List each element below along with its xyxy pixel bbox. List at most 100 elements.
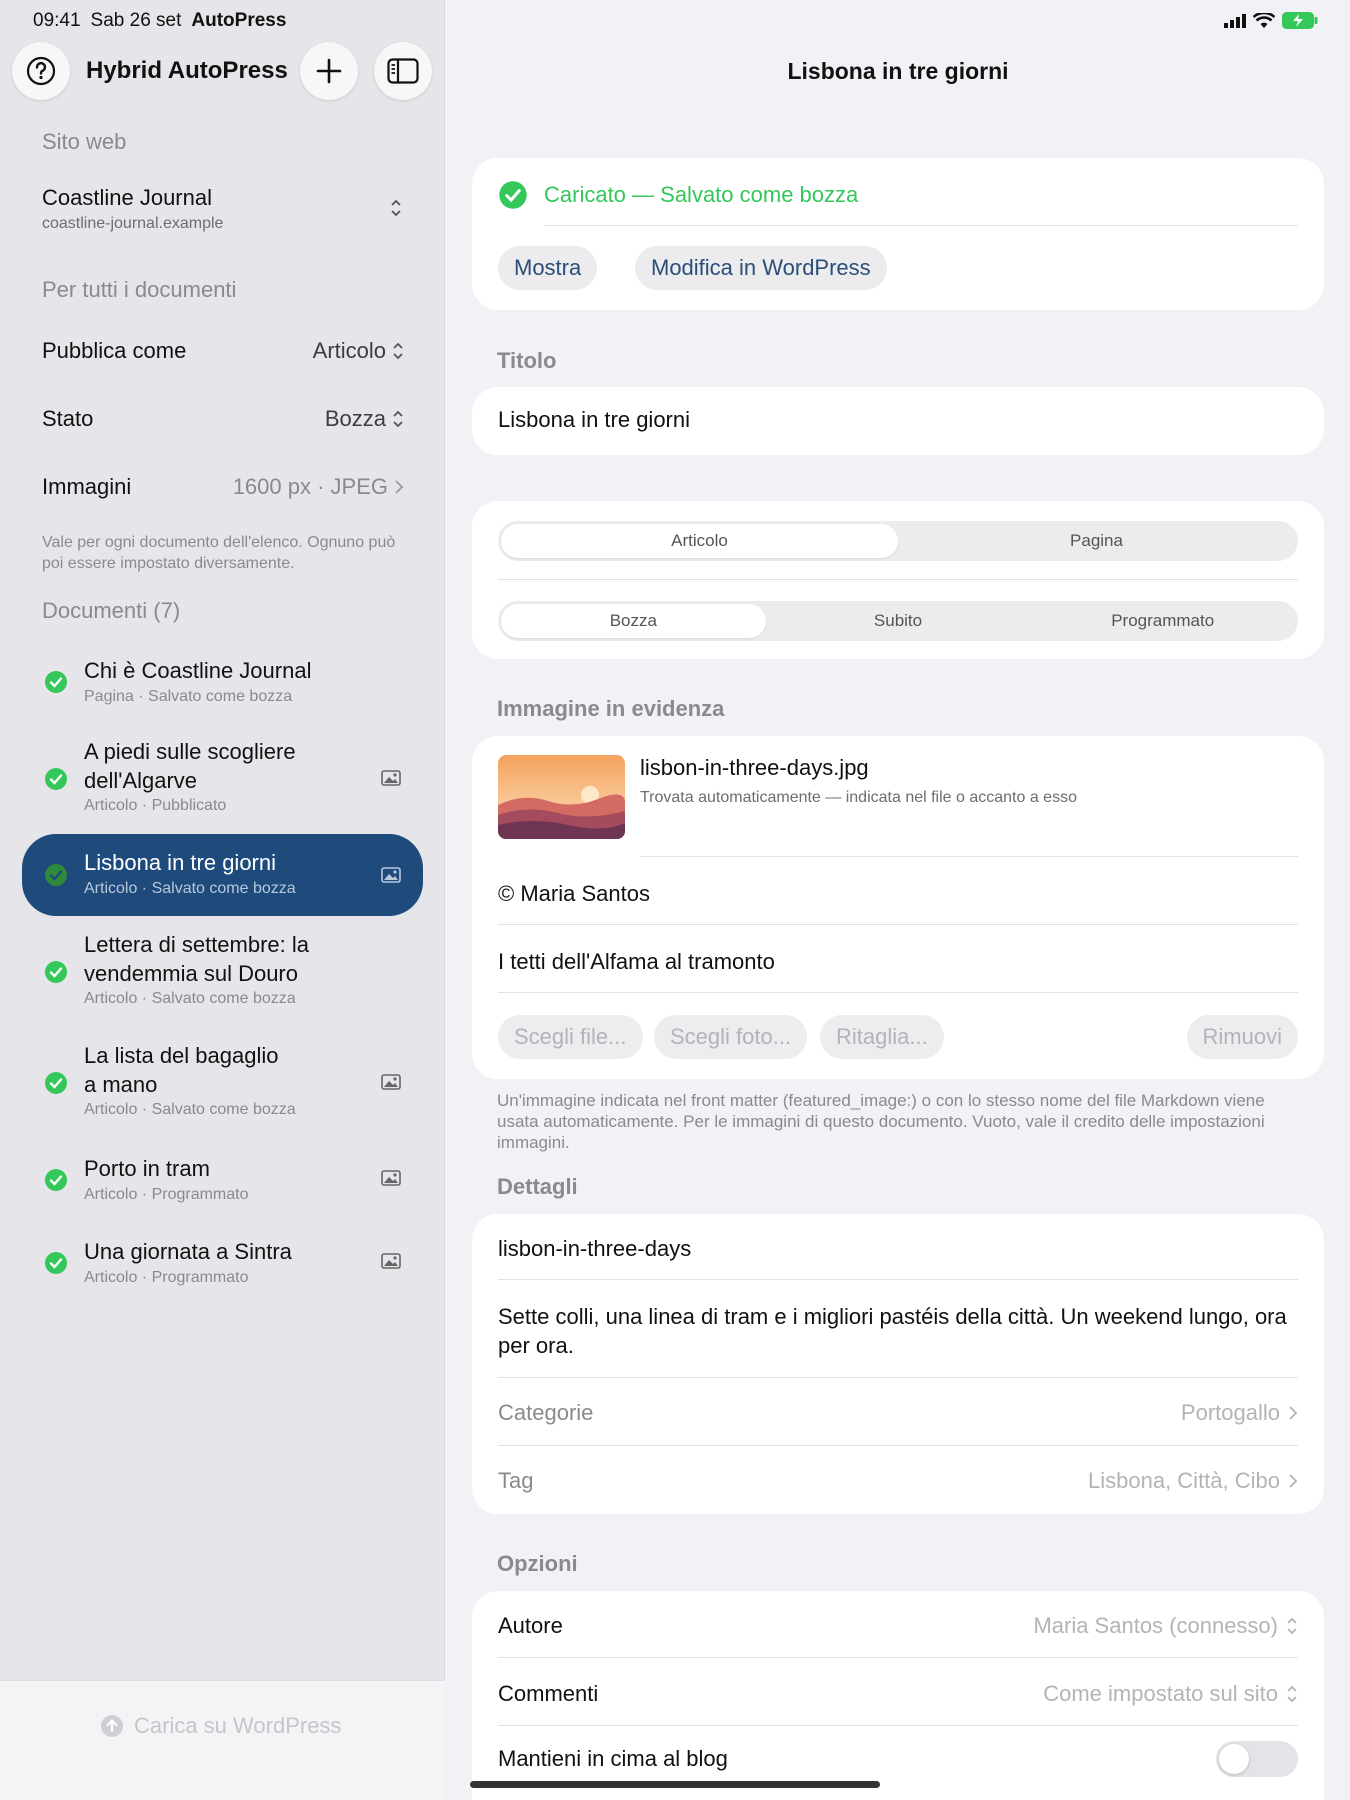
segment-draft[interactable]: Bozza <box>501 604 766 638</box>
document-item[interactable]: Chi è Coastline Journal Pagina · Salvato… <box>22 650 423 720</box>
divider <box>640 856 1298 857</box>
checkmark-circle-icon <box>45 768 67 790</box>
checkmark-circle-icon <box>45 1072 67 1094</box>
publish-as-row[interactable]: Pubblica come Articolo <box>42 338 404 364</box>
sidebar-icon <box>387 58 419 84</box>
upload-arrow-icon <box>101 1715 123 1737</box>
categories-label: Categorie <box>498 1400 594 1425</box>
sticky-row: Mantieni in cima al blog <box>498 1741 1298 1777</box>
document-item[interactable]: Lettera di settembre: la vendemmia sul D… <box>22 926 423 1016</box>
type-segmented-control[interactable]: Articolo Pagina <box>498 521 1298 561</box>
choose-photo-button[interactable]: Scegli foto... <box>654 1015 808 1059</box>
home-indicator <box>470 1781 880 1788</box>
segment-scheduled[interactable]: Programmato <box>1030 604 1295 638</box>
chevron-updown-icon <box>393 342 403 360</box>
document-subtitle: Articolo · Pubblicato <box>84 797 227 814</box>
clock: 09:41 <box>33 10 81 31</box>
author-row[interactable]: Autore Maria Santos (connesso) <box>498 1613 1298 1639</box>
featured-file-name: lisbon-in-three-days.jpg <box>640 755 869 780</box>
chevron-updown-icon <box>1287 1617 1297 1635</box>
checkmark-circle-icon <box>45 864 67 886</box>
divider <box>498 1725 1298 1726</box>
divider <box>498 924 1298 925</box>
crop-button[interactable]: Ritaglia... <box>820 1015 944 1059</box>
images-label: Immagini <box>42 474 132 499</box>
upload-to-wordpress-button[interactable]: Carica su WordPress <box>100 1713 341 1739</box>
all-docs-section-label: Per tutti i documenti <box>42 277 237 302</box>
featured-file-desc: Trovata automaticamente — indicata nel f… <box>640 789 1077 806</box>
state-row[interactable]: Stato Bozza <box>42 406 404 432</box>
document-subtitle: Articolo · Salvato come bozza <box>84 990 296 1007</box>
document-title: Lisbona in tre giorni <box>84 850 277 875</box>
slug-field[interactable]: lisbon-in-three-days <box>498 1236 691 1262</box>
site-name: Coastline Journal <box>42 185 212 210</box>
site-url: coastline-journal.example <box>42 215 224 232</box>
upload-status-text: Caricato — Salvato come bozza <box>544 182 859 207</box>
cellular-icon <box>1224 13 1246 28</box>
chevron-right-icon <box>395 480 404 494</box>
document-subtitle: Articolo · Programmato <box>84 1269 249 1286</box>
caption-field[interactable]: I tetti dell'Alfama al tramonto <box>498 949 775 975</box>
chevron-updown-icon <box>1287 1685 1297 1703</box>
document-item[interactable]: Porto in tram Articolo · Programmato <box>22 1148 423 1218</box>
categories-value: Portogallo <box>1180 1400 1280 1425</box>
sticky-label: Mantieni in cima al blog <box>498 1746 728 1771</box>
tags-label: Tag <box>498 1468 534 1493</box>
help-button[interactable] <box>12 42 70 100</box>
publish-as-label: Pubblica come <box>42 338 187 363</box>
credit-field[interactable]: © Maria Santos <box>498 881 650 907</box>
app-title: Hybrid AutoPress <box>86 57 288 84</box>
excerpt-field[interactable]: Sette colli, una linea di tram e i migli… <box>498 1302 1298 1360</box>
document-title: La lista del bagaglio a mano <box>84 1043 279 1097</box>
photo-icon <box>381 1074 401 1090</box>
sidebar: Hybrid AutoPress Sito web Coastline Jour… <box>0 0 445 1800</box>
sidebar-header: Hybrid AutoPress <box>12 42 432 102</box>
comments-row[interactable]: Commenti Come impostato sul sito <box>498 1681 1298 1707</box>
featured-image-note: Un'immagine indicata nel front matter (f… <box>497 1091 1265 1152</box>
document-item[interactable]: La lista del bagaglio a mano Articolo · … <box>22 1037 423 1127</box>
chevron-right-icon <box>1289 1474 1298 1488</box>
choose-file-button[interactable]: Scegli file... <box>498 1015 643 1059</box>
details-section-label: Dettagli <box>497 1174 578 1199</box>
checkmark-circle-icon <box>45 1252 67 1274</box>
settings-note: Vale per ogni documento dell'elenco. Ogn… <box>42 534 396 572</box>
remove-image-button[interactable]: Rimuovi <box>1186 1015 1298 1059</box>
add-document-button[interactable] <box>300 42 358 100</box>
document-title: Una giornata a Sintra <box>84 1239 292 1264</box>
details-card: lisbon-in-three-days Sette colli, una li… <box>472 1214 1324 1514</box>
author-label: Autore <box>498 1613 563 1638</box>
sticky-toggle[interactable] <box>1216 1741 1298 1777</box>
schedule-segmented-control[interactable]: Bozza Subito Programmato <box>498 601 1298 641</box>
document-subtitle: Articolo · Programmato <box>84 1186 249 1203</box>
chevron-updown-icon <box>391 199 401 217</box>
title-section-label: Titolo <box>497 348 557 373</box>
images-row[interactable]: Immagini 1600 px · JPEG <box>42 474 404 500</box>
photo-icon <box>381 867 401 883</box>
current-app: AutoPress <box>191 10 287 31</box>
segment-article[interactable]: Articolo <box>501 524 898 558</box>
edit-in-wordpress-button[interactable]: Modifica in WordPress <box>635 246 887 290</box>
document-subtitle: Articolo · Salvato come bozza <box>84 880 296 897</box>
detail-pane: Lisbona in tre giorni Caricato — Salvato… <box>446 0 1350 1800</box>
date: Sab 26 set <box>90 10 182 31</box>
document-item-selected[interactable]: Lisbona in tre giorni Articolo · Salvato… <box>22 834 423 916</box>
categories-row[interactable]: Categorie Portogallo <box>498 1400 1298 1426</box>
segment-page[interactable]: Pagina <box>898 524 1295 558</box>
photo-icon <box>381 770 401 786</box>
document-title: Porto in tram <box>84 1156 210 1181</box>
images-value: 1600 px · JPEG <box>232 474 388 499</box>
segment-now[interactable]: Subito <box>766 604 1031 638</box>
tags-row[interactable]: Tag Lisbona, Città, Cibo <box>498 1468 1298 1494</box>
toggle-sidebar-button[interactable] <box>374 42 432 100</box>
checkmark-circle-icon <box>499 181 527 209</box>
featured-image-section-label: Immagine in evidenza <box>497 696 725 721</box>
document-item[interactable]: Una giornata a Sintra Articolo · Program… <box>22 1231 423 1301</box>
document-item[interactable]: A piedi sulle scogliere dell'Algarve Art… <box>22 733 423 823</box>
title-field[interactable]: Lisbona in tre giorni <box>472 387 1324 455</box>
site-section-label: Sito web <box>42 129 127 154</box>
battery-icon <box>1282 12 1318 29</box>
divider <box>544 225 1298 226</box>
divider <box>498 1657 1298 1658</box>
featured-image-thumbnail[interactable] <box>498 755 625 839</box>
show-button[interactable]: Mostra <box>498 246 598 290</box>
